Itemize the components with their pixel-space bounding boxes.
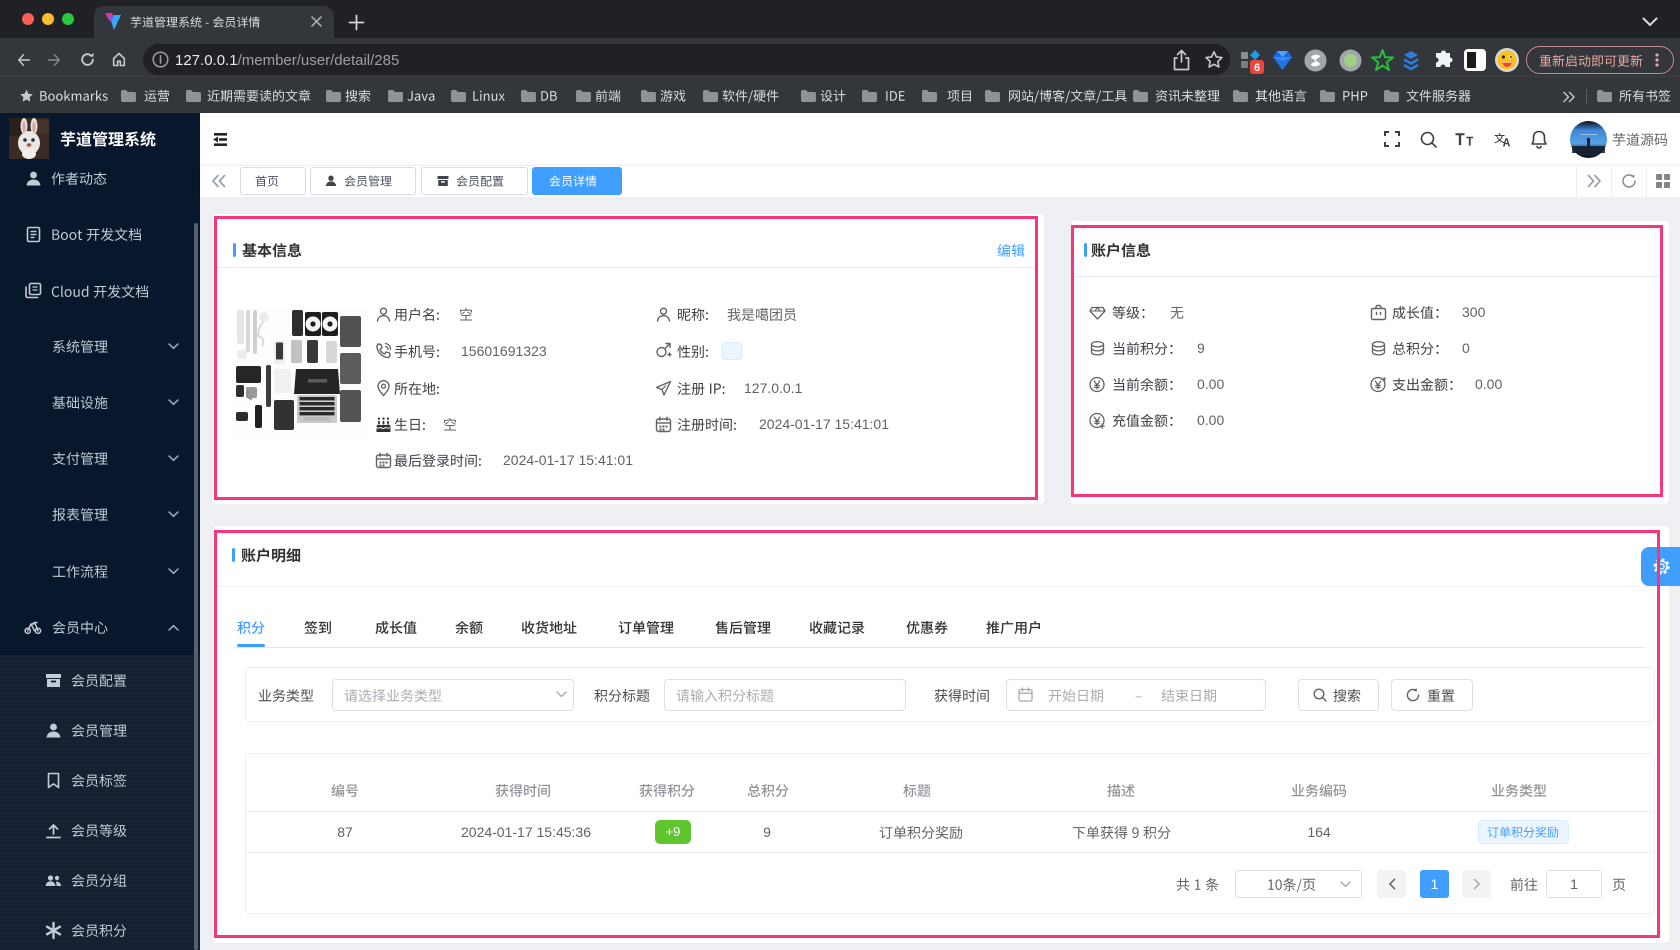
svg-text:6: 6 <box>1254 62 1260 74</box>
